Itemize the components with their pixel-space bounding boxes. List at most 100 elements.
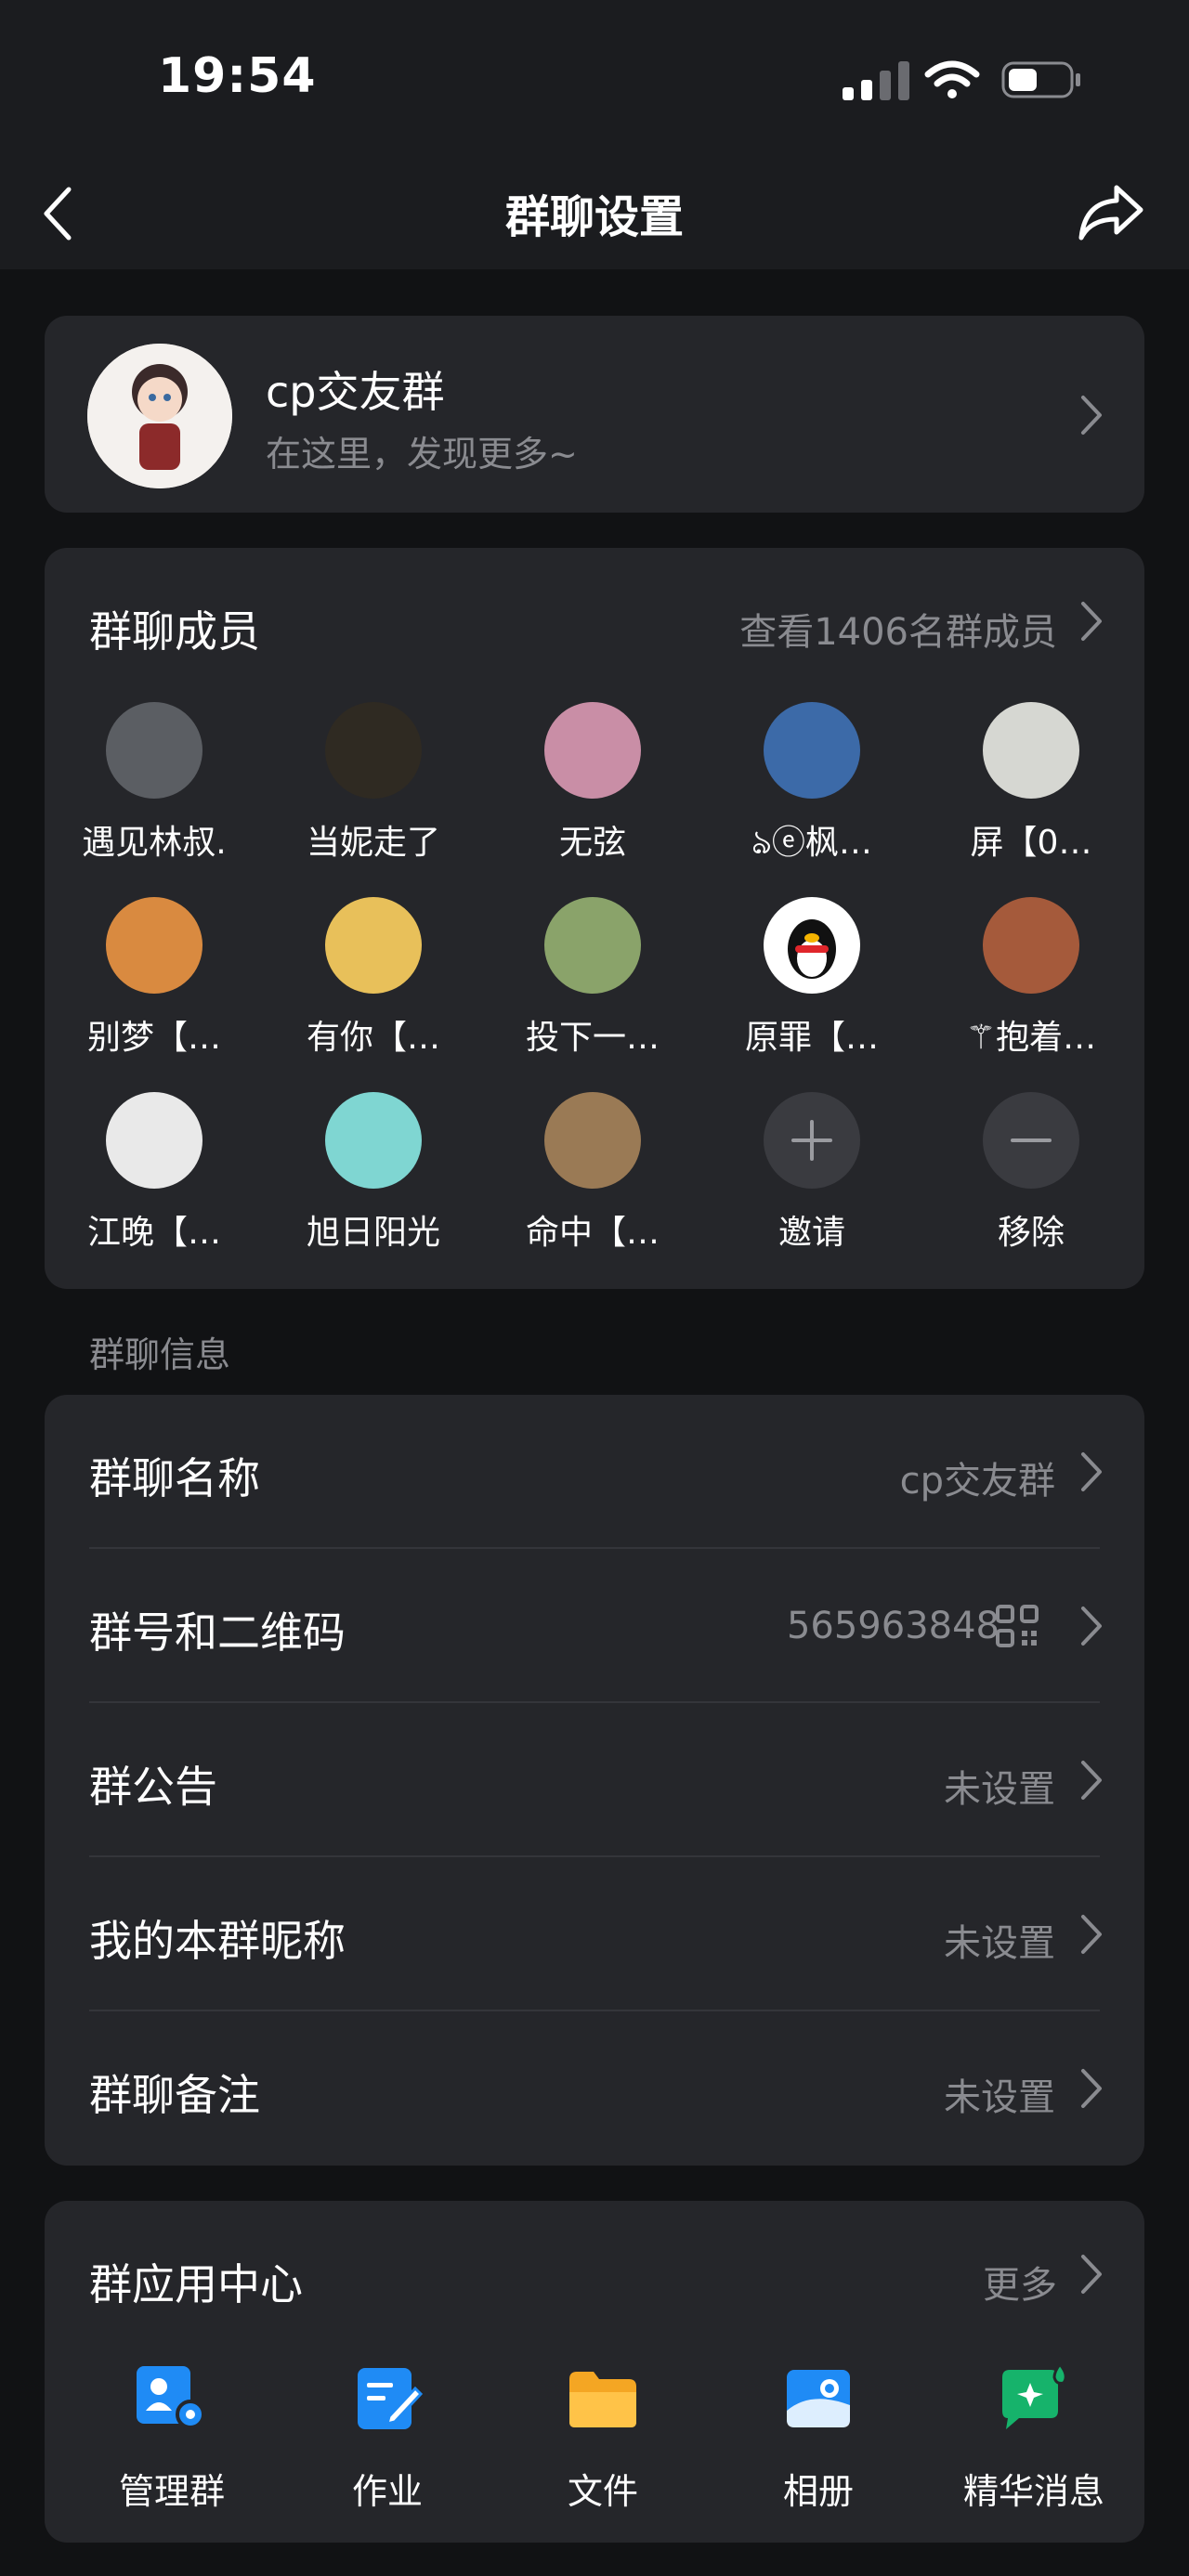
chevron-right-icon [1081, 1452, 1102, 1491]
qq-penguin-icon [788, 919, 836, 979]
member-item[interactable]: 屏【0… [934, 702, 1129, 864]
row-label: 我的本群昵称 [89, 1916, 346, 1966]
status-time: 19:54 [158, 48, 317, 104]
member-name: 有你【… [306, 1019, 440, 1057]
app-files[interactable]: 文件 [510, 2364, 696, 2514]
group-avatar [87, 344, 232, 488]
app-label: 作业 [351, 2471, 423, 2512]
member-avatar [983, 897, 1079, 994]
app-essence-messages[interactable]: 精华消息 [941, 2361, 1127, 2514]
group-info-card: 群聊名称 cp交友群 群号和二维码 565963848 群公告 未设置 我的本群… [45, 1395, 1144, 2166]
member-name: 命中【… [525, 1214, 660, 1252]
share-icon[interactable] [1076, 180, 1146, 245]
group-remark-row[interactable]: 群聊备注 未设置 [45, 2011, 1144, 2166]
member-item[interactable]: 原罪【… [714, 897, 909, 1059]
row-value: 未设置 [944, 2076, 1055, 2119]
chevron-right-icon [1081, 1607, 1102, 1646]
group-announcement-row[interactable]: 群公告 未设置 [45, 1703, 1144, 1857]
invite-label: 邀请 [777, 1214, 845, 1252]
member-avatar [544, 1092, 641, 1189]
status-bar: 19:54 [0, 0, 1189, 158]
member-avatar [764, 897, 860, 994]
row-label: 群聊备注 [89, 2070, 260, 2120]
member-avatar [106, 1092, 203, 1189]
navigation-bar: 群聊设置 [0, 158, 1189, 269]
member-avatar [106, 897, 203, 994]
group-number-qrcode-row[interactable]: 群号和二维码 565963848 [45, 1549, 1144, 1703]
member-name: ঌⓔ枫… [751, 824, 872, 862]
row-label: 群聊名称 [89, 1453, 260, 1503]
member-name: 旭日阳光 [306, 1214, 440, 1252]
manage-group-icon [137, 2366, 205, 2429]
app-center-more-link[interactable]: 更多 [983, 2255, 1057, 2309]
member-item[interactable]: 无弦 [495, 702, 690, 864]
member-name: 遇见林叔. [82, 824, 227, 862]
chevron-right-icon [1081, 602, 1102, 641]
member-name: 原罪【… [744, 1019, 879, 1057]
member-avatar [544, 702, 641, 799]
members-card: 群聊成员 查看1406名群成员 遇见林叔. 当妮走了 无弦 ঌⓔ枫… 屏【0… … [45, 548, 1144, 1289]
chevron-right-icon [1081, 2069, 1102, 2108]
remove-member-button[interactable]: 移除 [934, 1092, 1129, 1254]
member-item[interactable]: 有你【… [276, 897, 471, 1059]
member-name: 投下一… [525, 1019, 660, 1057]
member-item[interactable]: ঌⓔ枫… [714, 702, 909, 873]
group-subtitle: 在这里，发现更多~ [266, 434, 578, 475]
group-avatar-image [87, 344, 232, 488]
invite-member-button[interactable]: 邀请 [714, 1092, 909, 1254]
member-avatar [325, 1092, 422, 1189]
member-item[interactable]: 旭日阳光 [276, 1092, 471, 1254]
member-avatar [325, 702, 422, 799]
chevron-right-icon [1081, 2255, 1102, 2294]
view-all-members-link[interactable]: 查看1406名群成员 [739, 602, 1057, 656]
remove-label: 移除 [997, 1214, 1065, 1252]
member-item[interactable]: 别梦【… [57, 897, 252, 1059]
app-center-title: 群应用中心 [89, 2259, 303, 2309]
member-item[interactable]: 江晚【… [57, 1092, 252, 1254]
member-avatar [764, 702, 860, 799]
app-label: 相册 [782, 2471, 854, 2512]
group-profile-card[interactable]: cp交友群 在这里，发现更多~ [45, 316, 1144, 513]
member-item[interactable]: 遇见林叔. [57, 702, 252, 864]
row-value: 未设置 [944, 1768, 1055, 1811]
app-label: 精华消息 [962, 2471, 1104, 2512]
chevron-right-icon [1081, 1761, 1102, 1800]
chevron-right-icon [1081, 396, 1102, 435]
page-title: 群聊设置 [504, 191, 684, 243]
member-name: 江晚【… [86, 1214, 221, 1252]
battery-icon [1001, 61, 1080, 98]
album-icon [787, 2370, 850, 2427]
essence-message-icon [1002, 2361, 1067, 2429]
member-avatar [983, 702, 1079, 799]
minus-icon [983, 1092, 1079, 1189]
member-name: 别梦【… [86, 1019, 221, 1057]
app-homework[interactable]: 作业 [294, 2364, 480, 2514]
app-label: 文件 [567, 2471, 638, 2512]
member-item[interactable]: 命中【… [495, 1092, 690, 1254]
chevron-right-icon [1081, 1915, 1102, 1954]
plus-icon [764, 1092, 860, 1189]
app-manage-group[interactable]: 管理群 [79, 2364, 265, 2514]
group-name: cp交友群 [266, 367, 445, 417]
member-item[interactable]: 投下一… [495, 897, 690, 1059]
group-info-section-label: 群聊信息 [89, 1334, 231, 1375]
member-name: 当妮走了 [306, 824, 440, 862]
folder-icon [569, 2372, 636, 2427]
member-avatar [325, 897, 422, 994]
group-name-row[interactable]: 群聊名称 cp交友群 [45, 1395, 1144, 1549]
my-group-nickname-row[interactable]: 我的本群昵称 未设置 [45, 1857, 1144, 2011]
member-name: 无弦 [558, 824, 626, 862]
member-item[interactable]: 当妮走了 [276, 702, 471, 864]
wifi-icon [924, 60, 980, 98]
row-label: 群号和二维码 [89, 1607, 346, 1658]
group-app-center-card: 群应用中心 更多 管理群 作业 文件 相册 精华消息 [45, 2201, 1144, 2543]
app-label: 管理群 [118, 2471, 225, 2512]
homework-icon [358, 2368, 424, 2429]
row-value: 565963848 [786, 1605, 1000, 1647]
member-avatar [544, 897, 641, 994]
members-title: 群聊成员 [89, 606, 260, 657]
cellular-signal-icon [843, 61, 909, 100]
member-name: 屏【0… [970, 824, 1092, 862]
member-item[interactable]: ⚚抱着… [934, 897, 1129, 1059]
app-album[interactable]: 相册 [725, 2364, 911, 2514]
